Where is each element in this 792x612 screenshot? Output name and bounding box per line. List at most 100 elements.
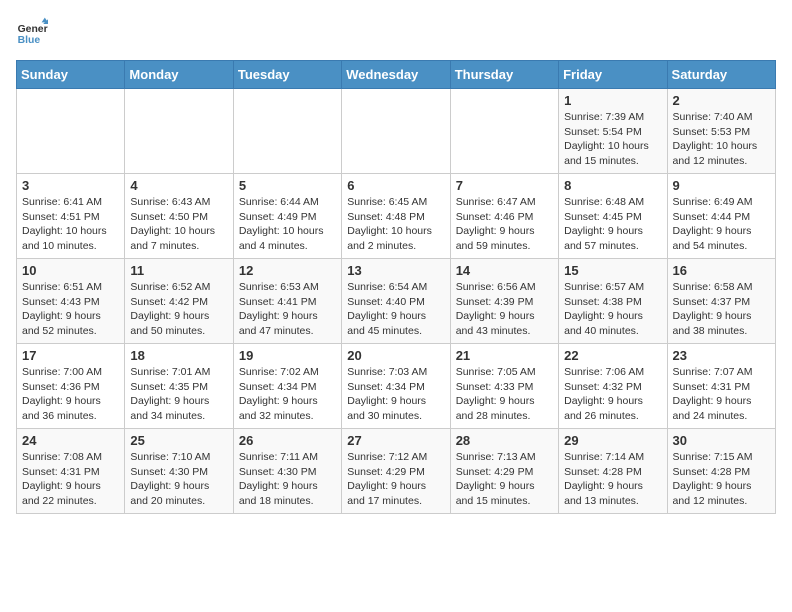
day-number: 10 — [22, 263, 119, 278]
calendar-cell: 6 Sunrise: 6:45 AM Sunset: 4:48 PM Daylig… — [342, 174, 450, 259]
day-number: 12 — [239, 263, 336, 278]
weekday-header-friday: Friday — [559, 61, 667, 89]
day-number: 23 — [673, 348, 770, 363]
day-number: 15 — [564, 263, 661, 278]
day-number: 20 — [347, 348, 444, 363]
calendar-cell: 21 Sunrise: 7:05 AM Sunset: 4:33 PM Dayli… — [450, 344, 558, 429]
calendar-cell — [450, 89, 558, 174]
day-number: 30 — [673, 433, 770, 448]
day-number: 13 — [347, 263, 444, 278]
day-info: Sunrise: 6:45 AM Sunset: 4:48 PM Dayligh… — [347, 195, 444, 254]
calendar-cell: 27 Sunrise: 7:12 AM Sunset: 4:29 PM Dayli… — [342, 429, 450, 514]
day-info: Sunrise: 7:40 AM Sunset: 5:53 PM Dayligh… — [673, 110, 770, 169]
day-info: Sunrise: 6:47 AM Sunset: 4:46 PM Dayligh… — [456, 195, 553, 254]
svg-text:Blue: Blue — [18, 35, 41, 46]
day-info: Sunrise: 7:12 AM Sunset: 4:29 PM Dayligh… — [347, 450, 444, 509]
weekday-header-sunday: Sunday — [17, 61, 125, 89]
weekday-header-monday: Monday — [125, 61, 233, 89]
day-info: Sunrise: 7:07 AM Sunset: 4:31 PM Dayligh… — [673, 365, 770, 424]
calendar-cell: 18 Sunrise: 7:01 AM Sunset: 4:35 PM Dayli… — [125, 344, 233, 429]
day-number: 6 — [347, 178, 444, 193]
day-info: Sunrise: 7:01 AM Sunset: 4:35 PM Dayligh… — [130, 365, 227, 424]
day-number: 11 — [130, 263, 227, 278]
day-info: Sunrise: 7:14 AM Sunset: 4:28 PM Dayligh… — [564, 450, 661, 509]
day-number: 22 — [564, 348, 661, 363]
week-row-4: 17Sunrise: 7:00 AM Sunset: 4:36 PM Dayli… — [17, 344, 776, 429]
calendar-cell — [17, 89, 125, 174]
calendar-cell: 11 Sunrise: 6:52 AM Sunset: 4:42 PM Dayli… — [125, 259, 233, 344]
calendar-cell: 15 Sunrise: 6:57 AM Sunset: 4:38 PM Dayli… — [559, 259, 667, 344]
day-info: Sunrise: 6:53 AM Sunset: 4:41 PM Dayligh… — [239, 280, 336, 339]
day-number: 27 — [347, 433, 444, 448]
weekday-header-thursday: Thursday — [450, 61, 558, 89]
calendar-cell: 25 Sunrise: 7:10 AM Sunset: 4:30 PM Dayli… — [125, 429, 233, 514]
calendar-cell: 7 Sunrise: 6:47 AM Sunset: 4:46 PM Daylig… — [450, 174, 558, 259]
day-number: 25 — [130, 433, 227, 448]
day-info: Sunrise: 7:10 AM Sunset: 4:30 PM Dayligh… — [130, 450, 227, 509]
weekday-header-tuesday: Tuesday — [233, 61, 341, 89]
day-info: Sunrise: 7:02 AM Sunset: 4:34 PM Dayligh… — [239, 365, 336, 424]
page-header: General Blue — [16, 16, 776, 48]
day-number: 19 — [239, 348, 336, 363]
week-row-1: 1 Sunrise: 7:39 AM Sunset: 5:54 PM Daylig… — [17, 89, 776, 174]
calendar-cell: 30 Sunrise: 7:15 AM Sunset: 4:28 PM Dayli… — [667, 429, 775, 514]
day-info: Sunrise: 7:08 AM Sunset: 4:31 PM Dayligh… — [22, 450, 119, 509]
day-number: 14 — [456, 263, 553, 278]
day-info: Sunrise: 6:48 AM Sunset: 4:45 PM Dayligh… — [564, 195, 661, 254]
day-info: Sunrise: 6:52 AM Sunset: 4:42 PM Dayligh… — [130, 280, 227, 339]
calendar-cell: 24 Sunrise: 7:08 AM Sunset: 4:31 PM Dayli… — [17, 429, 125, 514]
day-info: Sunrise: 6:49 AM Sunset: 4:44 PM Dayligh… — [673, 195, 770, 254]
day-number: 9 — [673, 178, 770, 193]
day-info: Sunrise: 6:56 AM Sunset: 4:39 PM Dayligh… — [456, 280, 553, 339]
calendar-cell: 2 Sunrise: 7:40 AM Sunset: 5:53 PM Daylig… — [667, 89, 775, 174]
svg-text:General: General — [18, 24, 48, 35]
day-number: 16 — [673, 263, 770, 278]
calendar-cell: 23 Sunrise: 7:07 AM Sunset: 4:31 PM Dayli… — [667, 344, 775, 429]
logo: General Blue — [16, 16, 48, 48]
day-info: Sunrise: 6:57 AM Sunset: 4:38 PM Dayligh… — [564, 280, 661, 339]
day-info: Sunrise: 6:51 AM Sunset: 4:43 PM Dayligh… — [22, 280, 119, 339]
calendar-cell: 9 Sunrise: 6:49 AM Sunset: 4:44 PM Daylig… — [667, 174, 775, 259]
calendar-cell — [342, 89, 450, 174]
calendar-cell: 17Sunrise: 7:00 AM Sunset: 4:36 PM Dayli… — [17, 344, 125, 429]
calendar-cell: 26Sunrise: 7:11 AM Sunset: 4:30 PM Dayli… — [233, 429, 341, 514]
calendar-table: SundayMondayTuesdayWednesdayThursdayFrid… — [16, 60, 776, 514]
day-info: Sunrise: 7:13 AM Sunset: 4:29 PM Dayligh… — [456, 450, 553, 509]
weekday-header-saturday: Saturday — [667, 61, 775, 89]
day-number: 18 — [130, 348, 227, 363]
calendar-cell: 12 Sunrise: 6:53 AM Sunset: 4:41 PM Dayli… — [233, 259, 341, 344]
day-info: Sunrise: 6:41 AM Sunset: 4:51 PM Dayligh… — [22, 195, 119, 254]
day-number: 4 — [130, 178, 227, 193]
week-row-2: 3Sunrise: 6:41 AM Sunset: 4:51 PM Daylig… — [17, 174, 776, 259]
calendar-cell: 19 Sunrise: 7:02 AM Sunset: 4:34 PM Dayli… — [233, 344, 341, 429]
day-info: Sunrise: 6:58 AM Sunset: 4:37 PM Dayligh… — [673, 280, 770, 339]
calendar-cell: 1 Sunrise: 7:39 AM Sunset: 5:54 PM Daylig… — [559, 89, 667, 174]
day-info: Sunrise: 6:44 AM Sunset: 4:49 PM Dayligh… — [239, 195, 336, 254]
weekday-header-row: SundayMondayTuesdayWednesdayThursdayFrid… — [17, 61, 776, 89]
day-info: Sunrise: 7:00 AM Sunset: 4:36 PM Dayligh… — [22, 365, 119, 424]
weekday-header-wednesday: Wednesday — [342, 61, 450, 89]
calendar-cell: 5 Sunrise: 6:44 AM Sunset: 4:49 PM Daylig… — [233, 174, 341, 259]
day-number: 21 — [456, 348, 553, 363]
day-number: 2 — [673, 93, 770, 108]
calendar-cell: 29 Sunrise: 7:14 AM Sunset: 4:28 PM Dayli… — [559, 429, 667, 514]
calendar-cell: 20 Sunrise: 7:03 AM Sunset: 4:34 PM Dayli… — [342, 344, 450, 429]
day-info: Sunrise: 7:05 AM Sunset: 4:33 PM Dayligh… — [456, 365, 553, 424]
calendar-cell — [233, 89, 341, 174]
day-number: 28 — [456, 433, 553, 448]
calendar-cell: 28 Sunrise: 7:13 AM Sunset: 4:29 PM Dayli… — [450, 429, 558, 514]
day-number: 1 — [564, 93, 661, 108]
day-number: 24 — [22, 433, 119, 448]
calendar-cell: 10 Sunrise: 6:51 AM Sunset: 4:43 PM Dayli… — [17, 259, 125, 344]
week-row-5: 24 Sunrise: 7:08 AM Sunset: 4:31 PM Dayli… — [17, 429, 776, 514]
day-number: 8 — [564, 178, 661, 193]
day-info: Sunrise: 7:03 AM Sunset: 4:34 PM Dayligh… — [347, 365, 444, 424]
day-info: Sunrise: 7:15 AM Sunset: 4:28 PM Dayligh… — [673, 450, 770, 509]
day-number: 5 — [239, 178, 336, 193]
day-info: Sunrise: 6:43 AM Sunset: 4:50 PM Dayligh… — [130, 195, 227, 254]
day-number: 29 — [564, 433, 661, 448]
calendar-cell: 13Sunrise: 6:54 AM Sunset: 4:40 PM Dayli… — [342, 259, 450, 344]
calendar-cell: 8 Sunrise: 6:48 AM Sunset: 4:45 PM Daylig… — [559, 174, 667, 259]
day-number: 7 — [456, 178, 553, 193]
day-info: Sunrise: 7:39 AM Sunset: 5:54 PM Dayligh… — [564, 110, 661, 169]
